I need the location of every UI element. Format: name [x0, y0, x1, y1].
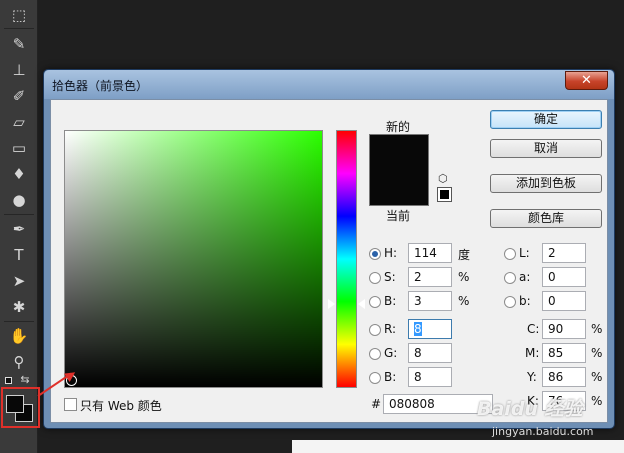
color-picker-dialog: 拾色器（前景色） ✕ 只有 Web 颜色 新的 当前 ⬡ 确定 取消 添加到色板…: [43, 69, 615, 429]
tool-divider: [4, 321, 34, 322]
a-channel-label: a:: [519, 270, 531, 284]
tools-panel: ⬚ ✎ ⊥ ✐ ▱ ▭ ♦ ● ✒ T ➤ ✱ ✋ ⚲ ⇆: [0, 0, 38, 453]
cyan-input[interactable]: 90: [542, 319, 586, 339]
ok-button[interactable]: 确定: [490, 110, 602, 129]
pen-icon[interactable]: ✒: [8, 218, 30, 240]
brightness-input[interactable]: 3: [408, 291, 452, 311]
dialog-body: 只有 Web 颜色 新的 当前 ⬡ 确定 取消 添加到色板 颜色库 H: 114…: [50, 99, 608, 423]
saturation-label: S:: [384, 270, 396, 284]
current-color-label: 当前: [386, 209, 411, 223]
swap-colors-icon[interactable]: ⇆: [18, 372, 32, 386]
cyan-label: C:: [527, 322, 540, 336]
hue-slider-handle-left[interactable]: [328, 299, 335, 309]
blue-radio[interactable]: [369, 372, 381, 384]
red-label: R:: [384, 322, 397, 336]
websafe-color-swatch[interactable]: [437, 187, 452, 202]
lightness-radio[interactable]: [504, 248, 516, 260]
document-canvas: [292, 440, 624, 453]
hue-input[interactable]: 114: [408, 243, 452, 263]
red-radio[interactable]: [369, 324, 381, 336]
hue-slider-handle-right[interactable]: [358, 299, 365, 309]
type-icon[interactable]: T: [8, 244, 30, 266]
gradient-icon[interactable]: ▭: [8, 137, 30, 159]
history-brush-icon[interactable]: ✐: [8, 85, 30, 107]
a-channel-radio[interactable]: [504, 272, 516, 284]
web-colors-checkbox[interactable]: [64, 398, 77, 411]
dialog-title: 拾色器（前景色）: [52, 79, 149, 93]
hue-radio[interactable]: [369, 248, 381, 260]
yellow-label: Y:: [527, 370, 537, 384]
hand-icon[interactable]: ✋: [8, 325, 30, 347]
watermark-logo: Baidu 经验: [477, 398, 583, 420]
marquee-icon[interactable]: ⬚: [8, 4, 30, 26]
blue-label: B:: [384, 370, 397, 384]
saturation-brightness-field[interactable]: [64, 130, 323, 388]
cyan-unit: %: [591, 322, 603, 336]
black-unit: %: [591, 394, 603, 408]
brightness-unit: %: [458, 294, 470, 308]
hue-unit: 度: [458, 248, 471, 262]
green-input[interactable]: 8: [408, 343, 452, 363]
new-color-swatch: [369, 134, 429, 170]
b-channel-label: b:: [519, 294, 531, 308]
red-input-value: 8: [414, 322, 422, 336]
saturation-radio[interactable]: [369, 272, 381, 284]
default-colors-icon[interactable]: [5, 377, 12, 384]
watermark-url: jingyan.baidu.com: [492, 425, 594, 438]
close-button[interactable]: ✕: [565, 71, 608, 90]
hue-label: H:: [384, 246, 398, 260]
b-channel-input[interactable]: 0: [542, 291, 586, 311]
dialog-titlebar[interactable]: 拾色器（前景色） ✕: [44, 70, 614, 99]
lightness-input[interactable]: 2: [542, 243, 586, 263]
hue-slider[interactable]: [336, 130, 357, 388]
new-color-label: 新的: [386, 120, 411, 134]
cancel-button[interactable]: 取消: [490, 139, 602, 158]
dodge-icon[interactable]: ●: [8, 189, 30, 211]
swatch-highlight-box: [1, 387, 40, 428]
add-to-swatches-button[interactable]: 添加到色板: [490, 174, 602, 193]
current-color-swatch[interactable]: [369, 170, 429, 206]
red-input[interactable]: 8: [408, 319, 452, 339]
tool-divider: [4, 28, 34, 29]
green-label: G:: [384, 346, 398, 360]
magenta-input[interactable]: 85: [542, 343, 586, 363]
out-of-gamut-cube-icon[interactable]: ⬡: [438, 172, 448, 185]
brightness-radio[interactable]: [369, 296, 381, 308]
brush-icon[interactable]: ✎: [8, 33, 30, 55]
a-channel-input[interactable]: 0: [542, 267, 586, 287]
blur-icon[interactable]: ♦: [8, 163, 30, 185]
b-channel-radio[interactable]: [504, 296, 516, 308]
yellow-input[interactable]: 86: [542, 367, 586, 387]
web-colors-label: 只有 Web 颜色: [80, 399, 162, 413]
shape-icon[interactable]: ✱: [8, 296, 30, 318]
zoom-icon[interactable]: ⚲: [8, 351, 30, 373]
green-radio[interactable]: [369, 348, 381, 360]
magenta-unit: %: [591, 346, 603, 360]
tool-divider: [4, 214, 34, 215]
saturation-input[interactable]: 2: [408, 267, 452, 287]
lightness-label: L:: [519, 246, 530, 260]
saturation-unit: %: [458, 270, 470, 284]
path-select-icon[interactable]: ➤: [8, 270, 30, 292]
color-libraries-button[interactable]: 颜色库: [490, 209, 602, 228]
blue-input[interactable]: 8: [408, 367, 452, 387]
brightness-label: B:: [384, 294, 397, 308]
hex-hash-label: #: [371, 397, 382, 411]
stamp-icon[interactable]: ⊥: [8, 59, 30, 81]
magenta-label: M:: [525, 346, 540, 360]
yellow-unit: %: [591, 370, 603, 384]
eraser-icon[interactable]: ▱: [8, 111, 30, 133]
